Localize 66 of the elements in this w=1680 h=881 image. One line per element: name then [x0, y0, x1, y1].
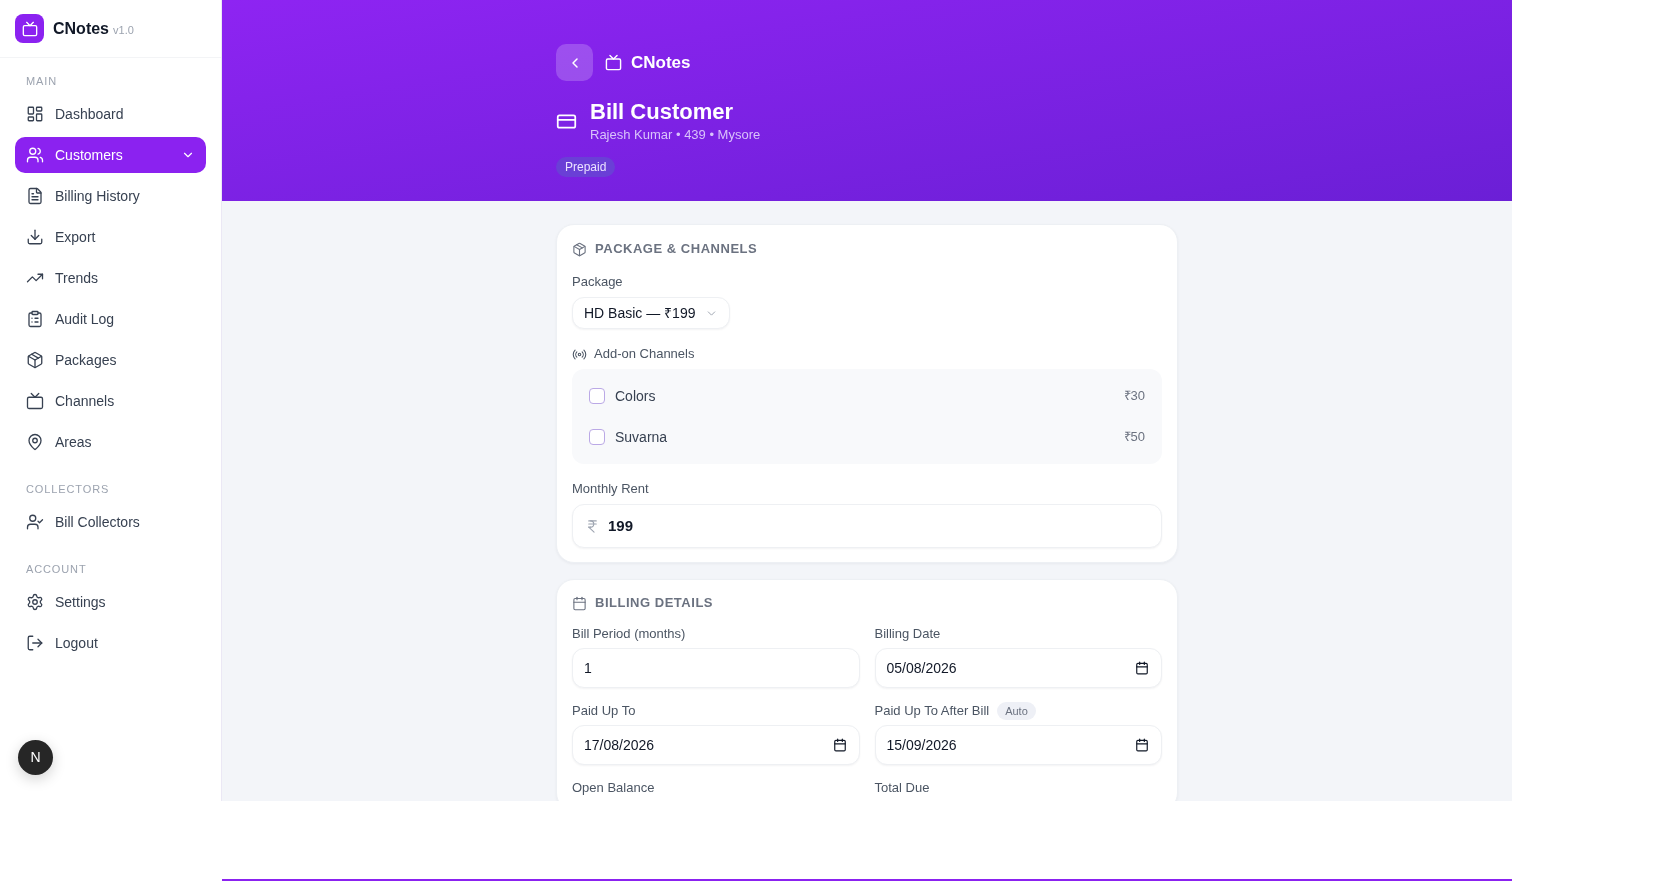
grid-icon — [26, 105, 44, 123]
nav-item[interactable]: Audit Log — [15, 301, 206, 337]
nav-item[interactable]: Customers — [15, 137, 206, 173]
channel-name: Suvarna — [615, 427, 668, 447]
nav-item[interactable]: Settings — [15, 584, 206, 620]
calendar-icon — [1135, 738, 1149, 752]
back-button[interactable] — [556, 44, 593, 81]
date-field[interactable]: 15/09/2026 — [874, 725, 1162, 765]
checkbox[interactable] — [589, 388, 605, 404]
package-select[interactable]: HD Basic — ₹199 — [572, 297, 731, 329]
version-label: v1.0 — [113, 22, 134, 38]
nav-item[interactable]: Bill Collectors — [15, 504, 206, 540]
page-subtitle: Rajesh Kumar • 439 • Mysore — [590, 126, 761, 144]
checkbox[interactable] — [589, 429, 605, 445]
logout-icon — [26, 634, 44, 652]
dev-indicator-badge[interactable]: N — [18, 740, 53, 775]
nav-item[interactable]: Trends — [15, 260, 206, 296]
number-field[interactable]: 1 — [572, 648, 860, 688]
calendar-icon — [1135, 661, 1149, 675]
field-label: Bill Period (months) — [572, 626, 686, 642]
monthly-rent-field[interactable]: 199 — [572, 504, 1162, 548]
logo-icon — [15, 14, 44, 43]
field-label: Paid Up To After Bill — [874, 703, 990, 719]
download-icon — [26, 228, 44, 246]
calendar-icon — [832, 738, 847, 752]
channel-name: Colors — [615, 386, 656, 406]
section-title: PACKAGE & CHANNELS — [595, 240, 758, 259]
clipboard-icon — [26, 310, 44, 328]
field-label: Monthly Rent — [572, 480, 650, 498]
tv-icon — [605, 54, 622, 71]
field-label: Billing Date — [874, 626, 941, 642]
section-label: ACCOUNT — [25, 562, 88, 577]
date-field[interactable]: 05/08/2026 — [874, 648, 1162, 688]
nav-item[interactable]: Packages — [15, 342, 206, 378]
channel-price: ₹50 — [1123, 428, 1145, 447]
box-icon — [26, 351, 44, 369]
user-check-icon — [26, 513, 44, 531]
field-label: Open Balance — [572, 780, 655, 796]
date-field[interactable]: 17/08/2026 — [572, 725, 860, 765]
document-icon — [26, 187, 44, 205]
channel-price: ₹30 — [1123, 387, 1145, 406]
box-icon — [572, 241, 587, 257]
section-label: MAIN — [25, 74, 59, 89]
field-label: Package — [572, 273, 624, 291]
nav-item[interactable]: Dashboard — [15, 96, 206, 132]
settings-icon — [26, 593, 44, 611]
nav-item[interactable]: Billing History — [15, 178, 206, 214]
auto-badge: Auto — [997, 702, 1036, 720]
field-label: Total Due — [874, 780, 930, 796]
map-pin-icon — [26, 433, 44, 451]
nav-item[interactable]: Areas — [15, 424, 206, 460]
app-name: CNotes — [631, 51, 691, 74]
nav-item[interactable]: Channels — [15, 383, 206, 419]
rupee-icon — [585, 518, 600, 534]
field-label: Paid Up To — [572, 703, 636, 719]
nav-item[interactable]: Logout — [15, 625, 206, 661]
section-title: BILLING DETAILS — [595, 594, 714, 613]
field-label: Add-on Channels — [594, 345, 695, 364]
page-title: Bill Customer — [590, 98, 735, 126]
calendar-icon — [572, 595, 587, 611]
brand-name: CNotes — [53, 18, 109, 39]
payment-type-badge: Prepaid — [556, 157, 616, 177]
section-label: COLLECTORS — [25, 482, 111, 497]
users-icon — [26, 146, 44, 164]
tv-icon — [26, 392, 44, 410]
nav-item[interactable]: Export — [15, 219, 206, 255]
